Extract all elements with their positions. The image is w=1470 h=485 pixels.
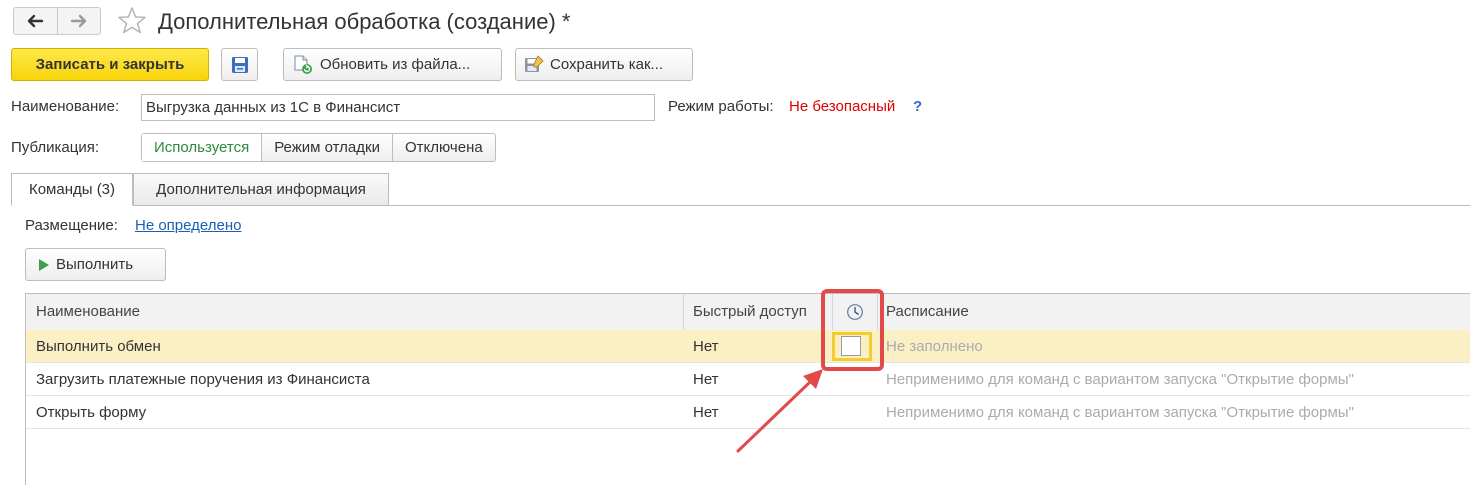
forward-button[interactable] [56,8,101,34]
play-icon [39,258,49,271]
refresh-from-file-icon [294,55,312,74]
annotation-highlight-box [821,289,884,371]
publication-option-disabled[interactable]: Отключена [391,134,495,161]
row-name: Открыть форму [36,404,147,421]
arrow-left-icon [28,14,44,28]
save-and-close-label: Записать и закрыть [35,56,185,73]
table-row[interactable]: Выполнить обмен Нет Не заполнено [26,330,1470,363]
row-quick-access: Нет [693,404,719,421]
name-input[interactable] [141,94,655,121]
tab-additional-info[interactable]: Дополнительная информация [133,173,389,206]
mode-value: Не безопасный [789,98,896,115]
row-name: Загрузить платежные поручения из Финанси… [36,371,370,388]
star-icon[interactable] [116,5,148,37]
publication-label: Публикация: [11,139,99,156]
row-quick-access: Нет [693,371,719,388]
run-label: Выполнить [56,256,134,273]
back-button[interactable] [14,8,57,34]
row-quick-access: Нет [693,338,719,355]
arrow-right-icon [70,14,86,28]
save-as-icon [525,54,544,72]
column-header-schedule[interactable]: Расписание [886,294,1466,330]
publication-option-used[interactable]: Используется [142,134,262,161]
page-title: Дополнительная обработка (создание) * [158,9,571,34]
save-button[interactable] [221,48,258,81]
row-schedule[interactable]: Не заполнено [886,330,983,363]
table-header: Наименование Быстрый доступ Расписание [26,294,1470,331]
mode-help-link[interactable]: ? [913,98,922,115]
placement-label: Размещение: [25,217,118,234]
tab-commands[interactable]: Команды (3) [11,173,133,206]
row-name: Выполнить обмен [36,338,161,355]
annotation-arrow [736,369,823,453]
save-as-label: Сохранить как... [550,56,664,73]
floppy-disk-icon [231,56,248,73]
run-button[interactable]: Выполнить [25,248,166,281]
column-header-name[interactable]: Наименование [36,294,676,330]
row-schedule: Неприменимо для команд с вариантом запус… [886,404,1354,421]
placement-link[interactable]: Не определено [135,217,241,234]
save-as-button[interactable]: Сохранить как... [515,48,693,81]
save-and-close-button[interactable]: Записать и закрыть [11,48,209,81]
mode-label: Режим работы: [668,98,774,115]
row-schedule: Неприменимо для команд с вариантом запус… [886,371,1354,388]
name-label: Наименование: [11,98,120,115]
publication-option-debug[interactable]: Режим отладки [261,134,392,161]
history-nav [13,7,101,35]
column-header-quick-access[interactable]: Быстрый доступ [693,294,821,330]
publication-switch: Используется Режим отладки Отключена [141,133,496,162]
refresh-from-file-label: Обновить из файла... [320,56,471,73]
refresh-from-file-button[interactable]: Обновить из файла... [283,48,502,81]
